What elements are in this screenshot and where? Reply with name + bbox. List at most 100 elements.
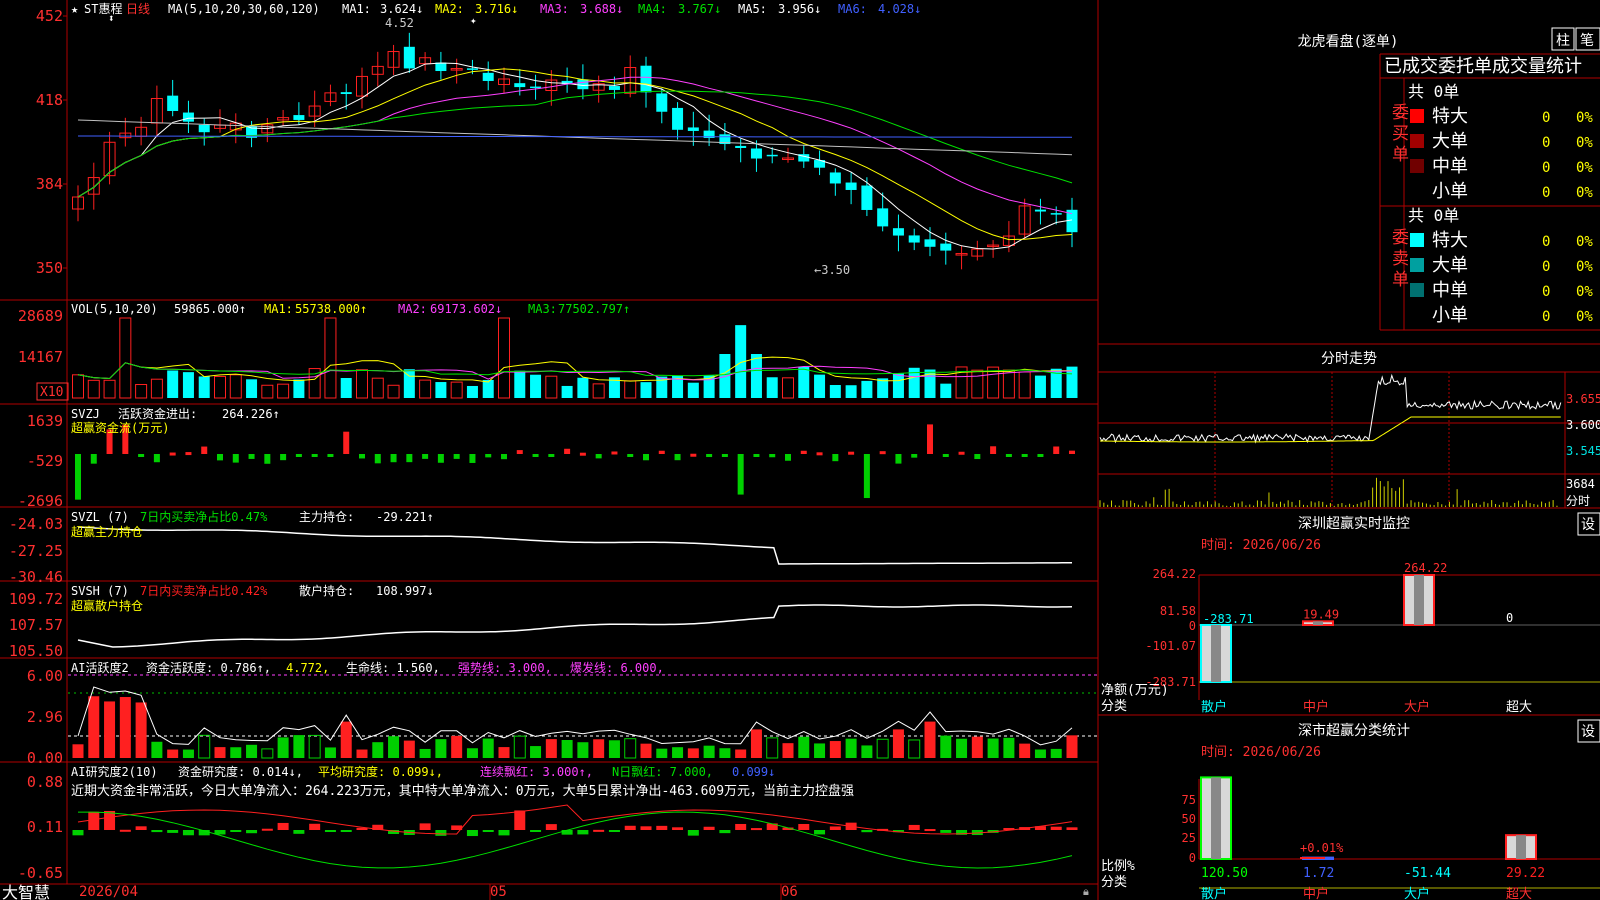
- ai-activity-bar: [814, 743, 826, 758]
- volume-panel[interactable]: 28689 14167 X10 VOL(5,10,20) 59865.000↑ …: [18, 302, 1078, 401]
- ai-activity-panel[interactable]: 6.00 2.96 0.00 AI活跃度2 资金活跃度: 0.786↑, 4.7…: [27, 660, 1098, 767]
- ma3-line: [77, 76, 1073, 215]
- ai-activity-bar: [593, 739, 605, 758]
- volume-bar-up: [119, 317, 132, 399]
- y-tick: 350: [36, 259, 63, 277]
- candle-body-down: [403, 46, 415, 69]
- svzl-sub: 超赢主力持仓: [71, 524, 143, 539]
- ai-activity-bar: [971, 736, 983, 758]
- class-stats-date: 时间: 2026/06/26: [1201, 745, 1321, 760]
- ai-activity-bar: [388, 736, 400, 758]
- y-tick: 0.11: [27, 818, 63, 836]
- y-tick: 1639: [27, 412, 63, 430]
- volume-bar-up: [371, 377, 384, 399]
- svzj-bar: [832, 454, 839, 462]
- vol-unit: 分时: [1566, 494, 1590, 508]
- svzj-bar: [1053, 446, 1060, 454]
- svzj-bar: [579, 452, 586, 456]
- period-label: 日线: [126, 2, 150, 16]
- svzj-bar: [737, 454, 744, 495]
- ai-research-bar: [672, 827, 684, 830]
- ai1-item: 4.772,: [286, 661, 329, 675]
- ai-research-bar: [261, 828, 273, 831]
- sz-monitor-panel[interactable]: 深圳超赢实时监控 设 时间: 2026/06/26 264.22 81.58 0…: [1101, 512, 1600, 715]
- ma6-label: MA6:: [838, 2, 867, 16]
- dragon-tiger-panel[interactable]: 龙虎看盘(逐单) 柱 笔 已成交委托单成交量统计 委买单 委卖单 共 0单 共 …: [1298, 27, 1600, 326]
- candle-body-down: [877, 208, 889, 227]
- svzj-bars: [75, 424, 1075, 500]
- ai-research-bar: [104, 810, 116, 830]
- ai-activity-bar: [104, 701, 116, 758]
- legend-swatch: [1410, 159, 1424, 173]
- ai-research-bar: [640, 826, 652, 830]
- kline-panel[interactable]: 452 418 384 350 ★ ST惠程 日线 MA(5,10,20,30,…: [36, 1, 1078, 277]
- candle-body-down: [340, 92, 352, 95]
- ma1-value: 3.624↓: [380, 2, 423, 16]
- svzl-label2: 主力持仓:: [299, 509, 354, 524]
- volume-bar-down: [861, 380, 873, 398]
- ai-activity-bar: [308, 734, 321, 759]
- ai-research-panel[interactable]: 0.88 0.11 -0.65 AI研究度2(10) 资金研究度: 0.014↓…: [18, 764, 1078, 882]
- svzj-bar: [942, 454, 949, 457]
- ai-research-line-green: [78, 811, 1073, 869]
- ai-activity-bar: [135, 702, 147, 758]
- ai-activity-bar: [435, 739, 447, 758]
- svzj-bar: [595, 454, 602, 459]
- svzj-bar: [816, 452, 823, 456]
- ai-activity-bar: [451, 735, 463, 758]
- volume-bar-down: [514, 370, 526, 398]
- svzl-panel[interactable]: -24.03 -27.25 -30.46 SVZL (7) 7日内买卖净占比0.…: [9, 509, 1072, 586]
- ai-research-bar: [277, 822, 289, 830]
- class-stats-panel[interactable]: 深市超赢分类统计 设 时间: 2026/06/26 75 50 25 0 120…: [1101, 719, 1600, 900]
- ai-activity-bar: [845, 738, 857, 758]
- row-count: 0: [1542, 284, 1550, 300]
- ai-research-bars: [72, 810, 1078, 837]
- row-pct: 0%: [1576, 284, 1593, 300]
- svzl-y-axis: -24.03 -27.25 -30.46: [9, 515, 63, 586]
- y-tick: -2696: [18, 492, 63, 510]
- volume-bar-up: [277, 383, 290, 399]
- y-tick: 0: [1189, 851, 1196, 865]
- candle-body-down: [892, 228, 904, 236]
- candle-body-down: [198, 124, 210, 133]
- legend-swatch: [1410, 109, 1424, 123]
- svg-text:⬍: ⬍: [108, 12, 115, 25]
- candle-body-down: [924, 239, 936, 247]
- candle-body-down: [530, 86, 542, 89]
- kline-candles[interactable]: [72, 32, 1078, 270]
- svsh-panel[interactable]: 109.72 107.57 105.50 SVSH (7) 7日内买卖净占比0.…: [9, 583, 1073, 660]
- ai-activity-bar: [703, 745, 715, 758]
- price-tick: 3.655: [1566, 392, 1600, 406]
- row-count: 0: [1542, 135, 1550, 151]
- candle-body-down: [1050, 213, 1062, 215]
- svzj-bar: [311, 454, 318, 457]
- svzj-label: 活跃资金进出:: [118, 406, 197, 421]
- ai-activity-bar: [719, 748, 731, 758]
- svzj-y-axis: 1639 -529 -2696: [18, 412, 63, 510]
- tab-label[interactable]: 笔: [1580, 33, 1594, 49]
- ai2-name: AI研究度2(10): [71, 764, 158, 779]
- settings-label[interactable]: 设: [1581, 724, 1595, 740]
- svzj-bar: [863, 454, 870, 499]
- volume-bar-down: [198, 376, 210, 398]
- ai-research-bar: [419, 823, 431, 830]
- ai-research-bar: [750, 828, 762, 831]
- cls-y-axis: 75 50 25 0: [1182, 793, 1196, 865]
- svzj-bar: [327, 454, 334, 457]
- sz-value-label: 264.22: [1404, 561, 1447, 575]
- intraday-panel[interactable]: 分时走势 3.655 3.600 3.545 3684 分时: [1098, 351, 1600, 508]
- settings-label[interactable]: 设: [1581, 517, 1595, 533]
- svzj-panel[interactable]: 1639 -529 -2696 SVZJ 活跃资金进出: 264.226↑ 超赢…: [18, 406, 1075, 510]
- ai-activity-bar: [766, 737, 779, 759]
- svzj-bar: [643, 454, 649, 461]
- ai-activity-bar: [513, 735, 526, 759]
- ai2-item: 0.099↓: [732, 765, 775, 779]
- tab-label[interactable]: 柱: [1556, 33, 1570, 49]
- svzj-bar: [280, 454, 287, 461]
- svzj-bar: [201, 446, 208, 454]
- svzj-bar: [75, 454, 81, 500]
- volume-bar-down: [845, 385, 857, 398]
- svsh-header: SVSH (7) 7日内买卖净占比0.42% 散户持仓: 108.997↓ 超赢…: [71, 583, 434, 613]
- ai-research-bar: [151, 830, 163, 833]
- candle-body-down: [640, 65, 652, 93]
